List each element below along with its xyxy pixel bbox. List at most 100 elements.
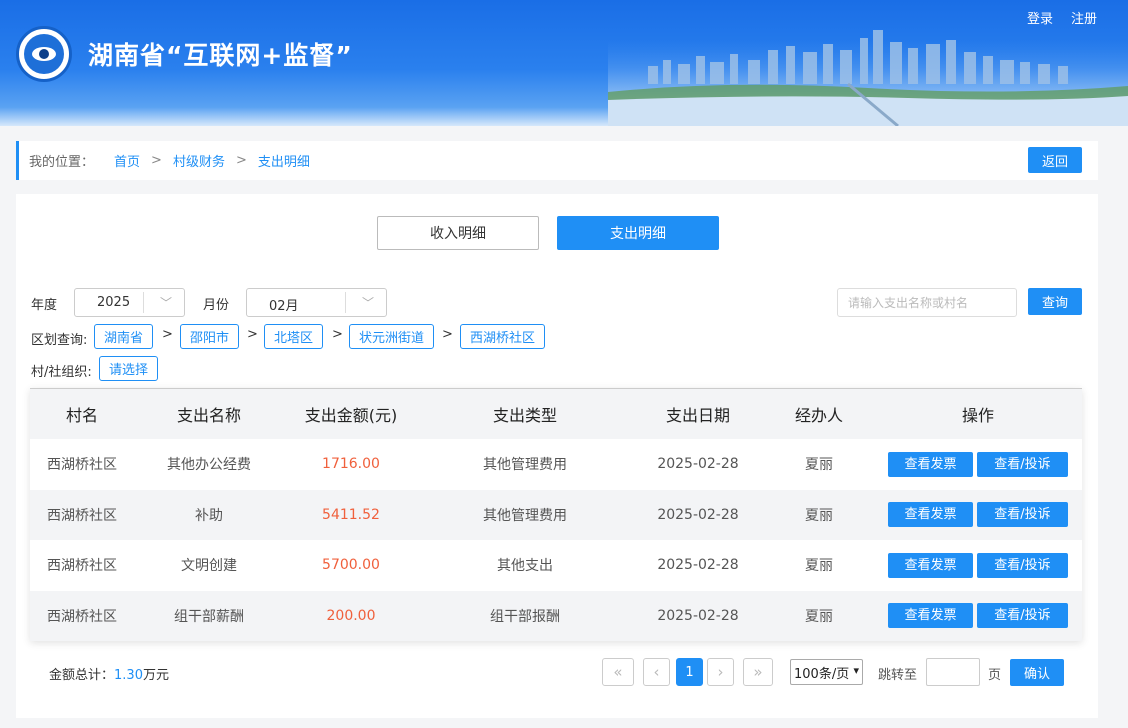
- cell-type: 其他管理费用: [418, 439, 632, 490]
- jump-confirm-button[interactable]: 确认: [1010, 659, 1064, 686]
- cell-date: 2025-02-28: [632, 489, 764, 540]
- cell-actions: 查看发票 查看/投诉: [874, 439, 1082, 490]
- register-link[interactable]: 注册: [1071, 8, 1097, 27]
- jump-page-input[interactable]: [926, 658, 980, 686]
- breadcrumb: 我的位置： 首页 > 村级财务 > 支出明细 返回: [16, 141, 1098, 180]
- month-value: 02月: [269, 299, 299, 314]
- region-district[interactable]: 北塔区: [264, 324, 324, 349]
- chevron-down-icon: ﹀: [361, 296, 374, 310]
- cell-expense-name: 组干部薪酬: [134, 590, 284, 641]
- breadcrumb-home[interactable]: 首页: [114, 151, 140, 170]
- cell-actions: 查看发票 查看/投诉: [874, 540, 1082, 591]
- year-value: 2025: [97, 295, 131, 310]
- cell-amount: 200.00: [284, 590, 418, 641]
- main-panel: 收入明细 支出明细 年度 2025 ﹀ 月份 02月 ﹀ 查询 区划查询: 湖南…: [16, 194, 1098, 718]
- breadcrumb-separator: >: [235, 153, 247, 168]
- login-link[interactable]: 登录: [1027, 8, 1053, 27]
- cell-amount: 5700.00: [284, 540, 418, 591]
- cell-village: 西湖桥社区: [30, 590, 134, 641]
- next-page-icon[interactable]: ›: [707, 658, 734, 686]
- col-header-actions: 操作: [874, 389, 1082, 439]
- region-separator: >: [332, 327, 343, 342]
- cell-type: 组干部报酬: [418, 590, 632, 641]
- total-unit: 万元: [142, 668, 169, 683]
- site-header: 湖南省“互联网+监督” 登录 注册: [0, 0, 1128, 126]
- cell-date: 2025-02-28: [632, 590, 764, 641]
- table-row: 西湖桥社区 文明创建 5700.00 其他支出 2025-02-28 夏丽 查看…: [30, 540, 1082, 591]
- view-invoice-button[interactable]: 查看发票: [888, 603, 973, 629]
- eye-icon: [32, 47, 56, 61]
- col-header-date: 支出日期: [632, 389, 764, 439]
- cell-actions: 查看发票 查看/投诉: [874, 489, 1082, 540]
- expense-table: 村名 支出名称 支出金额(元) 支出类型 支出日期 经办人 操作 西湖桥社区 其…: [30, 388, 1082, 641]
- view-invoice-button[interactable]: 查看发票: [888, 502, 973, 528]
- site-title: 湖南省“互联网+监督”: [88, 41, 353, 70]
- cell-amount: 5411.52: [284, 489, 418, 540]
- cell-handler: 夏丽: [764, 590, 874, 641]
- cell-expense-name: 其他办公经费: [134, 439, 284, 490]
- year-label: 年度: [31, 298, 58, 313]
- cell-date: 2025-02-28: [632, 540, 764, 591]
- view-invoice-button[interactable]: 查看发票: [888, 552, 973, 578]
- search-input[interactable]: [837, 288, 1017, 317]
- region-community[interactable]: 西湖桥社区: [460, 324, 546, 349]
- cell-actions: 查看发票 查看/投诉: [874, 590, 1082, 641]
- cell-type: 其他支出: [418, 540, 632, 591]
- view-complaint-button[interactable]: 查看/投诉: [977, 451, 1068, 477]
- cell-handler: 夏丽: [764, 489, 874, 540]
- prev-page-icon[interactable]: ‹: [643, 658, 670, 686]
- table-row: 西湖桥社区 组干部薪酬 200.00 组干部报酬 2025-02-28 夏丽 查…: [30, 590, 1082, 641]
- month-select[interactable]: 02月 ﹀: [246, 288, 387, 317]
- view-complaint-button[interactable]: 查看/投诉: [977, 603, 1068, 629]
- cell-date: 2025-02-28: [632, 439, 764, 490]
- cell-amount: 1716.00: [284, 439, 418, 490]
- jump-label: 跳转至: [878, 668, 918, 683]
- region-separator: >: [162, 327, 173, 342]
- breadcrumb-village-finance[interactable]: 村级财务: [173, 151, 225, 170]
- query-button[interactable]: 查询: [1028, 288, 1082, 315]
- table-row: 西湖桥社区 其他办公经费 1716.00 其他管理费用 2025-02-28 夏…: [30, 439, 1082, 490]
- back-button[interactable]: 返回: [1028, 147, 1082, 173]
- breadcrumb-label: 我的位置：: [29, 155, 95, 170]
- cell-handler: 夏丽: [764, 540, 874, 591]
- first-page-icon[interactable]: «: [602, 658, 634, 686]
- total-label: 金额总计：: [49, 668, 115, 683]
- table-row: 西湖桥社区 补助 5411.52 其他管理费用 2025-02-28 夏丽 查看…: [30, 489, 1082, 540]
- tab-expense-detail[interactable]: 支出明细: [557, 216, 719, 250]
- org-label: 村/社组织:: [31, 365, 92, 380]
- cell-handler: 夏丽: [764, 439, 874, 490]
- region-label: 区划查询:: [31, 333, 88, 348]
- org-select-button[interactable]: 请选择: [99, 356, 159, 381]
- month-label: 月份: [203, 298, 230, 313]
- region-street[interactable]: 状元洲街道: [349, 324, 435, 349]
- page-size-value: 100条/页: [794, 666, 850, 682]
- breadcrumb-separator: >: [151, 153, 162, 168]
- page-size-select[interactable]: 100条/页 ▾: [790, 659, 863, 685]
- region-separator: >: [247, 327, 258, 342]
- region-province[interactable]: 湖南省: [94, 324, 154, 349]
- cell-type: 其他管理费用: [418, 489, 632, 540]
- col-header-expense-name: 支出名称: [134, 389, 284, 439]
- page-number-current[interactable]: 1: [676, 658, 703, 686]
- region-separator: >: [442, 327, 453, 342]
- last-page-icon[interactable]: »: [743, 658, 773, 686]
- view-invoice-button[interactable]: 查看发票: [888, 451, 973, 477]
- total-value: 1.30: [114, 668, 143, 683]
- tab-income-detail[interactable]: 收入明细: [377, 216, 539, 250]
- chevron-down-icon: ▾: [853, 664, 859, 677]
- col-header-type: 支出类型: [418, 389, 632, 439]
- cell-village: 西湖桥社区: [30, 489, 134, 540]
- year-select[interactable]: 2025 ﹀: [74, 288, 185, 317]
- view-complaint-button[interactable]: 查看/投诉: [977, 502, 1068, 528]
- col-header-village: 村名: [30, 389, 134, 439]
- cell-village: 西湖桥社区: [30, 439, 134, 490]
- cell-expense-name: 文明创建: [134, 540, 284, 591]
- cell-expense-name: 补助: [134, 489, 284, 540]
- chevron-down-icon: ﹀: [159, 296, 172, 310]
- col-header-amount: 支出金额(元): [284, 389, 418, 439]
- region-city[interactable]: 邵阳市: [180, 324, 240, 349]
- page-unit-label: 页: [988, 668, 1002, 683]
- breadcrumb-expense-detail[interactable]: 支出明细: [258, 151, 310, 170]
- cell-village: 西湖桥社区: [30, 540, 134, 591]
- view-complaint-button[interactable]: 查看/投诉: [977, 552, 1068, 578]
